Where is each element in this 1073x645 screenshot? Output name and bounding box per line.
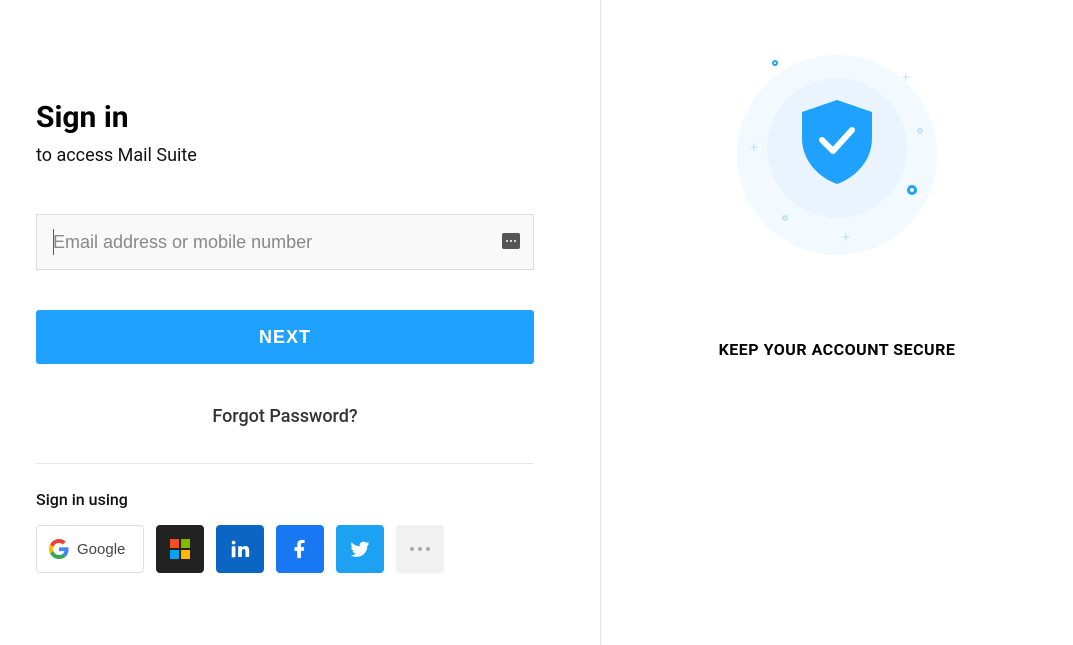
promo-headline: KEEP YOUR ACCOUNT SECURE [719, 340, 956, 359]
forgot-password-link[interactable]: Forgot Password? [212, 406, 357, 427]
decor-plus-icon: + [842, 230, 850, 246]
promo-panel: + + + KEEP YOUR ACCOUNT SECURE [601, 0, 1073, 645]
signin-using-label: Sign in using [36, 490, 564, 509]
decor-plus-icon: + [750, 140, 758, 156]
signin-panel: Sign in to access Mail Suite NEXT Forgot… [0, 0, 600, 645]
twitter-icon [349, 538, 371, 560]
facebook-signin-button[interactable] [276, 525, 324, 573]
social-signin-row: Google [36, 525, 564, 573]
email-field[interactable] [36, 214, 534, 270]
decor-circle-icon [917, 128, 923, 134]
forgot-password-wrap: Forgot Password? [36, 406, 534, 427]
page-subtitle: to access Mail Suite [36, 145, 564, 166]
more-signin-button[interactable] [396, 525, 444, 573]
next-button[interactable]: NEXT [36, 310, 534, 364]
facebook-icon [289, 538, 311, 560]
email-field-wrap [36, 214, 534, 270]
decor-circle-icon [772, 60, 778, 66]
decor-circle-icon [907, 185, 917, 195]
text-cursor [53, 229, 54, 255]
decor-circle-icon [782, 215, 788, 221]
security-illustration: + + + [712, 30, 962, 280]
microsoft-icon [170, 539, 190, 559]
decor-plus-icon: + [902, 70, 910, 86]
twitter-signin-button[interactable] [336, 525, 384, 573]
more-icon [410, 547, 430, 551]
google-icon [49, 539, 69, 559]
google-signin-label: Google [77, 541, 125, 558]
linkedin-icon [229, 538, 251, 560]
shield-icon [802, 100, 872, 184]
microsoft-signin-button[interactable] [156, 525, 204, 573]
keyboard-icon[interactable] [502, 233, 520, 249]
google-signin-button[interactable]: Google [36, 525, 144, 573]
page-title: Sign in [36, 100, 564, 135]
divider-line [36, 463, 534, 464]
linkedin-signin-button[interactable] [216, 525, 264, 573]
